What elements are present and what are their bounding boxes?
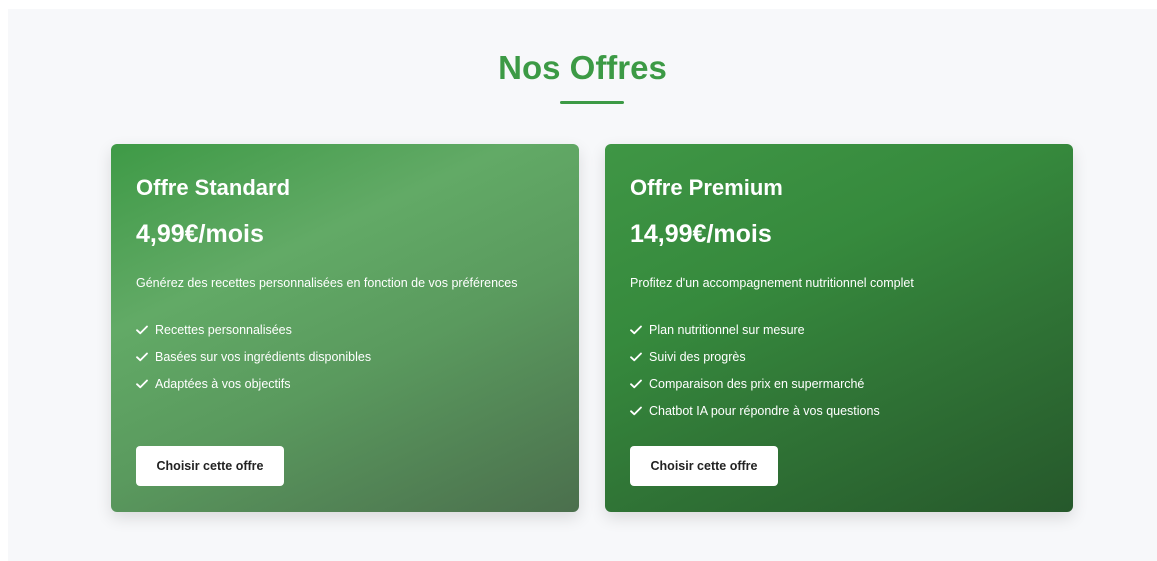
feature-item: Adaptées à vos objectifs — [136, 370, 371, 397]
offer-price: 14,99€/mois — [630, 220, 772, 248]
offer-price: 4,99€/mois — [136, 220, 264, 248]
section-title: Nos Offres — [498, 49, 667, 86]
feature-item: Recettes personnalisées — [136, 316, 371, 343]
feature-item: Basées sur vos ingrédients disponibles — [136, 343, 371, 370]
feature-label: Comparaison des prix en supermarché — [649, 376, 865, 391]
feature-item: Comparaison des prix en supermarché — [630, 370, 880, 397]
offer-name: Offre Premium — [630, 175, 783, 200]
feature-item: Chatbot IA pour répondre à vos questions — [630, 397, 880, 424]
feature-item: Suivi des progrès — [630, 343, 880, 370]
feature-label: Basées sur vos ingrédients disponibles — [155, 349, 372, 364]
offer-description: Profitez d'un accompagnement nutritionne… — [630, 276, 914, 290]
feature-label: Adaptées à vos objectifs — [155, 376, 291, 391]
offer-card-premium: Offre Premium 14,99€/mois Profitez d'un … — [605, 144, 1073, 512]
check-icon — [630, 406, 642, 415]
feature-label: Chatbot IA pour répondre à vos questions — [649, 403, 880, 418]
choose-standard-button[interactable]: Choisir cette offre — [136, 446, 284, 486]
feature-list: Plan nutritionnel sur mesure Suivi des p… — [630, 316, 880, 424]
feature-list: Recettes personnalisées Basées sur vos i… — [136, 316, 371, 397]
feature-item: Plan nutritionnel sur mesure — [630, 316, 880, 343]
check-icon — [136, 325, 148, 334]
feature-label: Plan nutritionnel sur mesure — [649, 322, 805, 337]
check-icon — [630, 379, 642, 388]
feature-label: Recettes personnalisées — [155, 322, 292, 337]
check-icon — [136, 379, 148, 388]
title-underline — [560, 101, 624, 104]
check-icon — [630, 352, 642, 361]
check-icon — [630, 325, 642, 334]
offer-card-standard: Offre Standard 4,99€/mois Générez des re… — [111, 144, 579, 512]
choose-premium-button[interactable]: Choisir cette offre — [630, 446, 778, 486]
offer-description: Générez des recettes personnalisées en f… — [136, 276, 518, 290]
offers-section: Nos Offres Offre Standard 4,99€/mois Gén… — [8, 9, 1157, 561]
check-icon — [136, 352, 148, 361]
feature-label: Suivi des progrès — [649, 349, 746, 364]
offer-name: Offre Standard — [136, 175, 291, 200]
